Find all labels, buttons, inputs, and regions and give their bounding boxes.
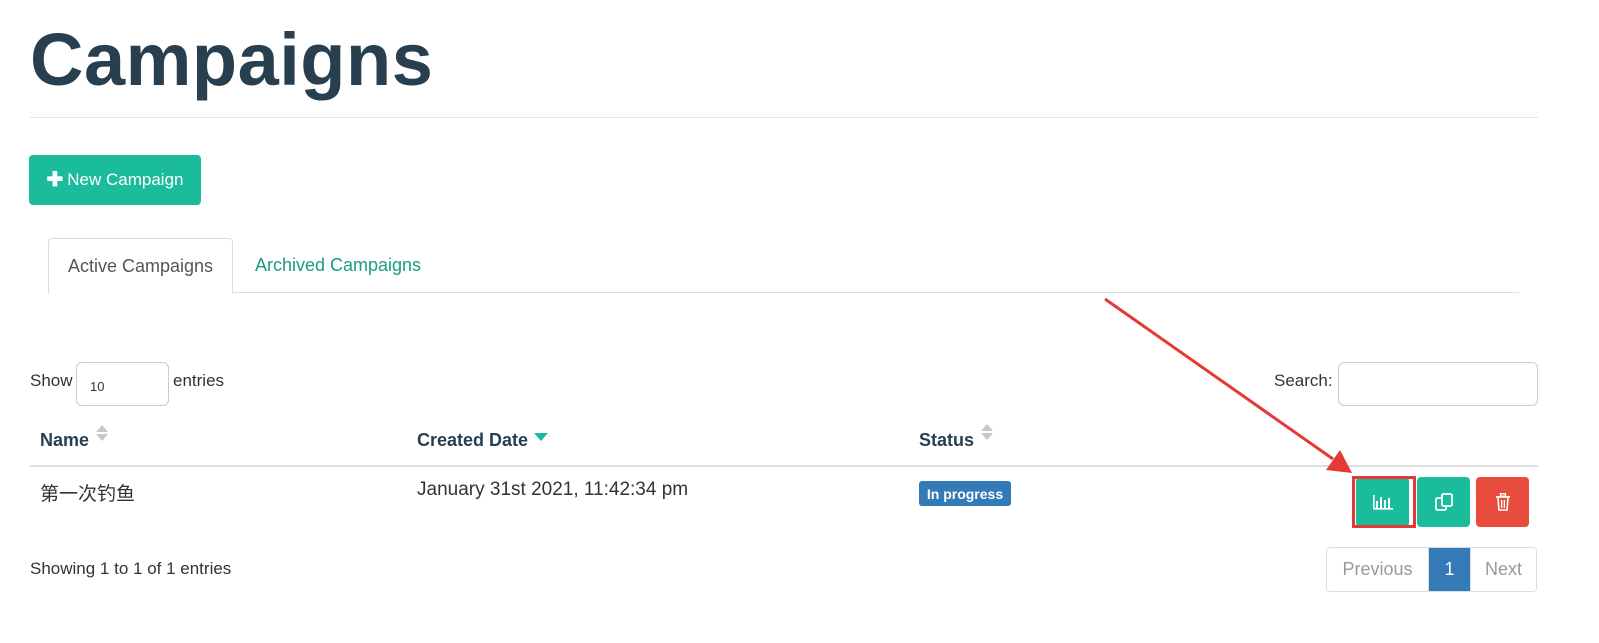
- show-label: Show: [30, 371, 73, 390]
- column-header-created-date[interactable]: Created Date: [417, 430, 528, 451]
- search-label: Search:: [1274, 371, 1333, 390]
- campaign-name-cell: 第一次钓鱼: [40, 484, 136, 505]
- copy-campaign-button[interactable]: [1417, 477, 1470, 527]
- annotation-arrow-head: [1326, 450, 1352, 473]
- status-badge: In progress: [919, 481, 1011, 506]
- new-campaign-button[interactable]: ✚ New Campaign: [29, 155, 201, 205]
- column-header-name[interactable]: Name: [40, 430, 89, 451]
- created-date-cell: January 31st 2021, 11:42:34 pm: [417, 479, 689, 500]
- page-title: Campaigns: [30, 18, 434, 101]
- column-header-name-label: Name: [40, 430, 90, 450]
- view-results-button[interactable]: [1356, 477, 1409, 527]
- bar-chart-icon: [1372, 495, 1393, 510]
- page-1-button[interactable]: 1: [1429, 548, 1470, 591]
- next-page-button[interactable]: Next: [1470, 548, 1536, 591]
- pagination: Previous 1 Next: [1326, 547, 1537, 592]
- table-header-divider: [30, 465, 1538, 467]
- delete-campaign-button[interactable]: [1476, 477, 1529, 527]
- sort-icon: [96, 425, 108, 443]
- tab-archived-campaigns[interactable]: Archived Campaigns: [234, 238, 442, 293]
- table-info: Showing 1 to 1 of 1 entries: [30, 559, 232, 578]
- title-divider: [30, 117, 1538, 118]
- tab-active-campaigns[interactable]: Active Campaigns: [48, 238, 233, 294]
- page-length-select[interactable]: 10: [76, 362, 169, 406]
- column-header-status[interactable]: Status: [919, 430, 974, 451]
- sort-descending-icon: [534, 433, 548, 441]
- previous-page-button[interactable]: Previous: [1327, 548, 1429, 591]
- new-campaign-label: New Campaign: [67, 170, 184, 189]
- entries-label: entries: [173, 371, 225, 390]
- campaign-tabs: Active Campaigns Archived Campaigns: [48, 238, 1519, 294]
- column-header-status-label: Status: [919, 430, 975, 450]
- plus-icon: ✚: [46, 169, 64, 191]
- sort-icon: [981, 424, 993, 442]
- copy-icon: [1434, 493, 1453, 511]
- search-input[interactable]: [1338, 362, 1538, 406]
- column-header-date-label: Created Date: [417, 430, 529, 450]
- trash-icon: [1495, 493, 1510, 511]
